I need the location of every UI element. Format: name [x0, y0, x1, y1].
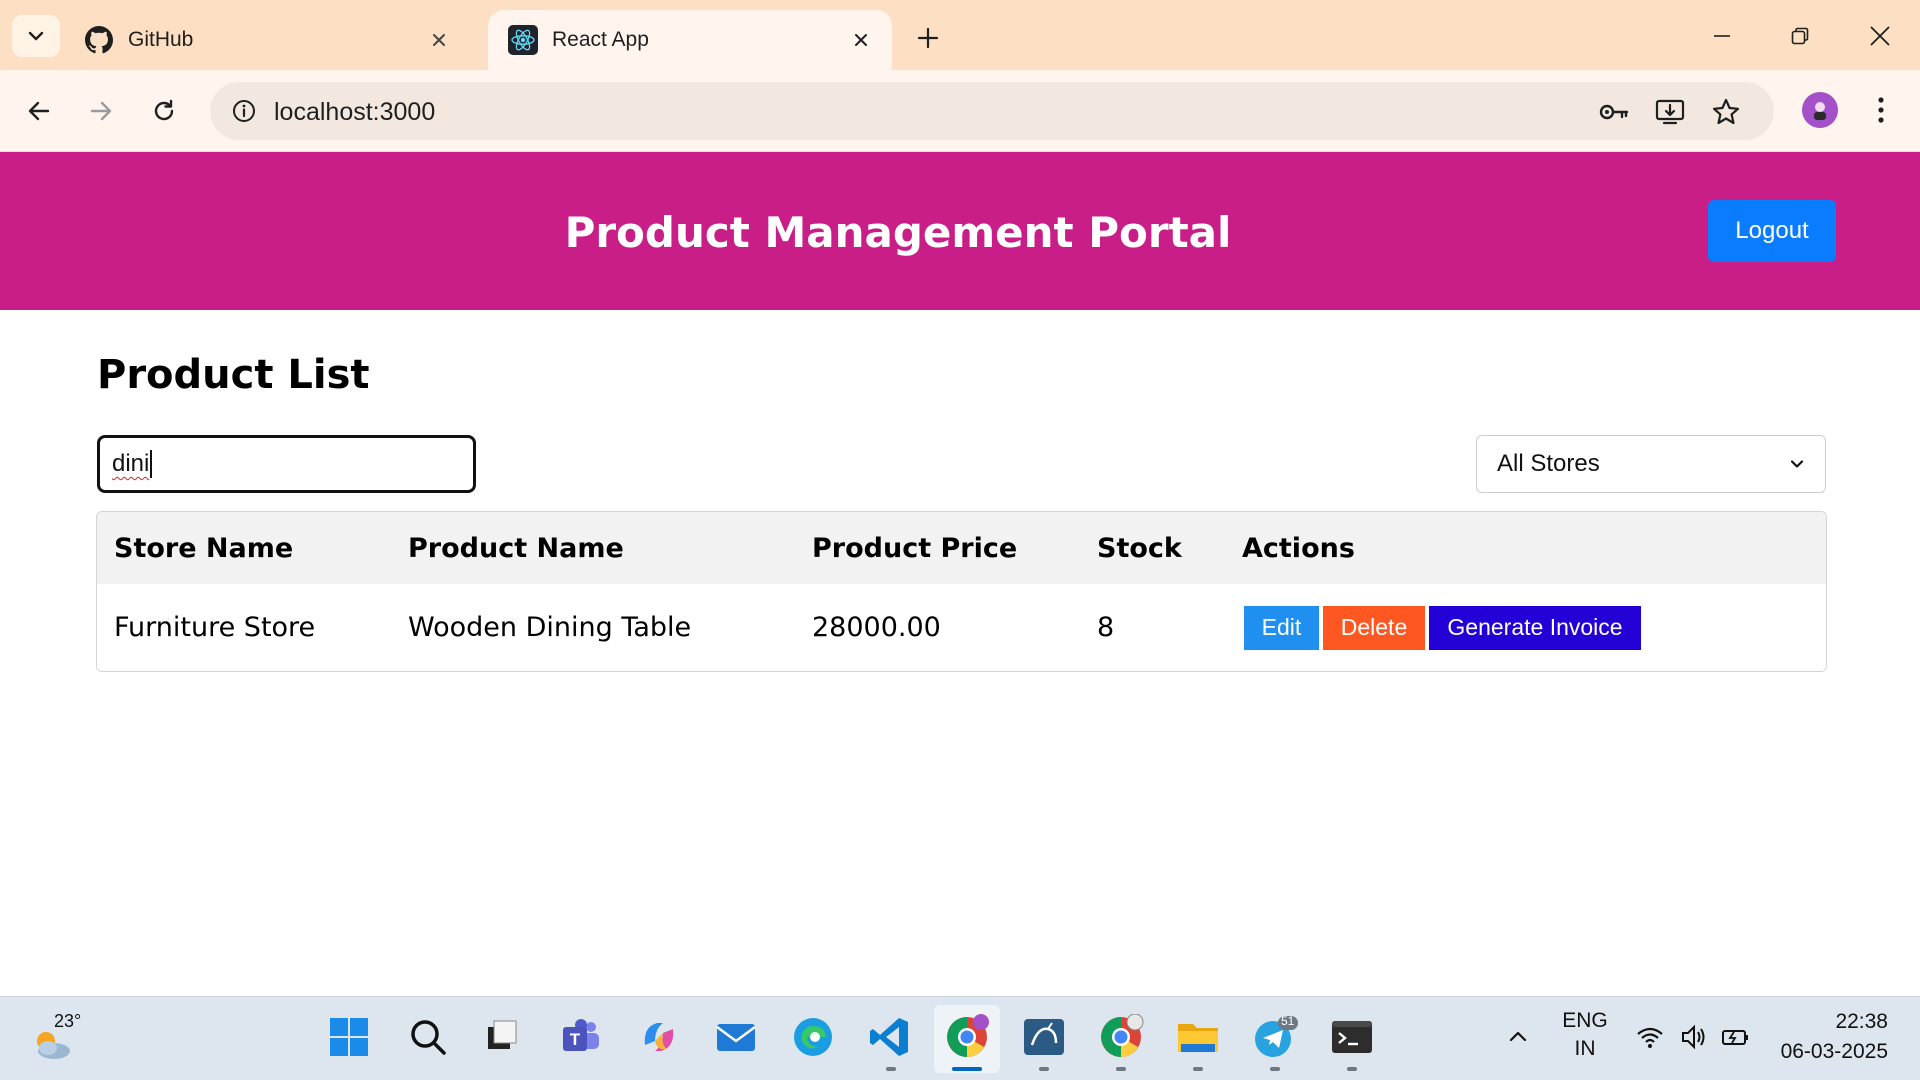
delete-button[interactable]: Delete	[1323, 605, 1425, 650]
text-caret	[150, 450, 153, 478]
page-title: Product List	[97, 352, 370, 398]
edge-icon[interactable]	[789, 1013, 837, 1061]
teams-icon[interactable]: T	[557, 1013, 605, 1061]
table-header-row: Store Name Product Name Product Price St…	[97, 512, 1826, 584]
bookmark-star-icon[interactable]	[1708, 94, 1744, 130]
app-title: Product Management Portal	[564, 208, 1232, 257]
store-filter-select[interactable]: All Stores	[1476, 435, 1826, 493]
search-input[interactable]: dini	[97, 435, 476, 493]
tab-react-app[interactable]: React App	[488, 10, 892, 70]
vscode-icon[interactable]	[866, 1013, 914, 1061]
system-clock[interactable]: 22:38 06-03-2025	[1776, 1007, 1888, 1067]
avatar-icon	[1814, 102, 1826, 120]
terminal-icon[interactable]	[1328, 1013, 1376, 1061]
reload-icon	[154, 99, 174, 121]
telegram-badge: 51	[1281, 1014, 1295, 1028]
column-header-store-name: Store Name	[114, 532, 294, 564]
close-window-button[interactable]	[1850, 14, 1910, 58]
close-icon	[1870, 26, 1890, 46]
language-code: ENG	[1562, 1009, 1608, 1032]
tab-search-button[interactable]	[12, 15, 60, 57]
language-region: IN	[1574, 1037, 1596, 1060]
language-indicator[interactable]: ENG IN	[1560, 1007, 1610, 1063]
volume-icon[interactable]	[1670, 1013, 1718, 1061]
more-vertical-icon	[1878, 97, 1884, 123]
browser-menu-button[interactable]	[1866, 90, 1896, 130]
file-explorer-icon[interactable]	[1174, 1013, 1222, 1061]
tab-title: GitHub	[128, 28, 194, 51]
weather-widget[interactable]: 23°	[30, 1009, 90, 1069]
telegram-icon[interactable]: 51	[1251, 1013, 1299, 1061]
mail-icon[interactable]	[712, 1013, 760, 1061]
arrow-left-icon	[28, 101, 50, 121]
generate-invoice-button[interactable]: Generate Invoice	[1429, 605, 1641, 650]
running-indicator	[886, 1067, 896, 1071]
react-icon	[508, 25, 538, 55]
github-icon	[84, 25, 114, 55]
browser-toolbar: localhost:3000	[0, 70, 1920, 152]
back-button[interactable]	[16, 88, 62, 134]
forward-button[interactable]	[78, 88, 124, 134]
svg-text:T: T	[570, 1030, 581, 1049]
start-icon[interactable]	[325, 1013, 373, 1061]
running-indicator	[1347, 1067, 1357, 1071]
weather-temperature: 23°	[54, 1011, 82, 1031]
cell-product-price: 28000.00	[812, 612, 941, 643]
chevron-down-icon	[28, 31, 44, 41]
search-icon[interactable]	[404, 1013, 452, 1061]
restore-button[interactable]	[1770, 14, 1830, 58]
close-icon[interactable]	[846, 25, 876, 55]
task-view-icon[interactable]	[478, 1013, 526, 1061]
cell-stock: 8	[1097, 612, 1115, 643]
minimize-icon	[1714, 35, 1730, 37]
arrow-right-icon	[90, 101, 112, 121]
profile-avatar[interactable]	[1802, 92, 1838, 128]
column-header-product-price: Product Price	[812, 532, 1018, 564]
address-bar[interactable]: localhost:3000	[210, 82, 1774, 140]
running-indicator	[1270, 1067, 1280, 1071]
running-indicator	[1039, 1067, 1049, 1071]
site-info-icon[interactable]	[224, 91, 264, 131]
copilot-icon[interactable]	[635, 1013, 683, 1061]
store-filter-selected: All Stores	[1497, 450, 1600, 477]
battery-icon[interactable]	[1712, 1013, 1760, 1061]
column-header-product-name: Product Name	[408, 532, 624, 564]
chrome-icon[interactable]	[1097, 1013, 1145, 1061]
cell-actions: Edit Delete Generate Invoice	[1225, 584, 1826, 671]
chevron-down-icon	[1790, 460, 1804, 468]
wifi-icon[interactable]	[1626, 1013, 1674, 1061]
restore-icon	[1791, 27, 1809, 45]
column-header-actions: Actions	[1242, 532, 1355, 564]
edit-button[interactable]: Edit	[1244, 605, 1319, 650]
show-hidden-icons-chevron-up-icon[interactable]	[1494, 1013, 1542, 1061]
cell-product-name: Wooden Dining Table	[408, 612, 692, 643]
logout-button[interactable]: Logout	[1708, 200, 1836, 262]
product-table: Store Name Product Name Product Price St…	[96, 511, 1827, 672]
plus-icon	[917, 27, 939, 49]
install-app-icon[interactable]	[1652, 94, 1688, 130]
running-indicator	[1116, 1067, 1126, 1071]
cell-store-name: Furniture Store	[114, 612, 316, 643]
tab-github[interactable]: GitHub	[64, 10, 470, 70]
mysql-workbench-icon[interactable]	[1020, 1013, 1068, 1061]
tab-title: React App	[552, 28, 649, 51]
browser-tab-strip: GitHub React App	[0, 0, 1920, 70]
running-indicator	[1193, 1067, 1203, 1071]
chrome-icon[interactable]	[943, 1013, 991, 1061]
reload-button[interactable]	[141, 88, 187, 134]
url-text[interactable]: localhost:3000	[274, 98, 435, 127]
close-icon[interactable]	[424, 25, 454, 55]
new-tab-button[interactable]	[908, 18, 948, 58]
minimize-button[interactable]	[1692, 14, 1752, 58]
clock-date: 06-03-2025	[1780, 1040, 1888, 1063]
app-header: Product Management Portal Logout	[0, 152, 1920, 310]
search-input-value: dini	[112, 450, 150, 477]
column-header-stock: Stock	[1097, 532, 1182, 564]
windows-taskbar: 23° T 51 ENG IN 22:38 06-03-2025	[0, 996, 1920, 1080]
password-key-icon[interactable]	[1596, 94, 1632, 130]
clock-time: 22:38	[1835, 1010, 1888, 1033]
active-indicator	[952, 1067, 982, 1071]
table-row: Furniture Store Wooden Dining Table 2800…	[97, 584, 1826, 671]
